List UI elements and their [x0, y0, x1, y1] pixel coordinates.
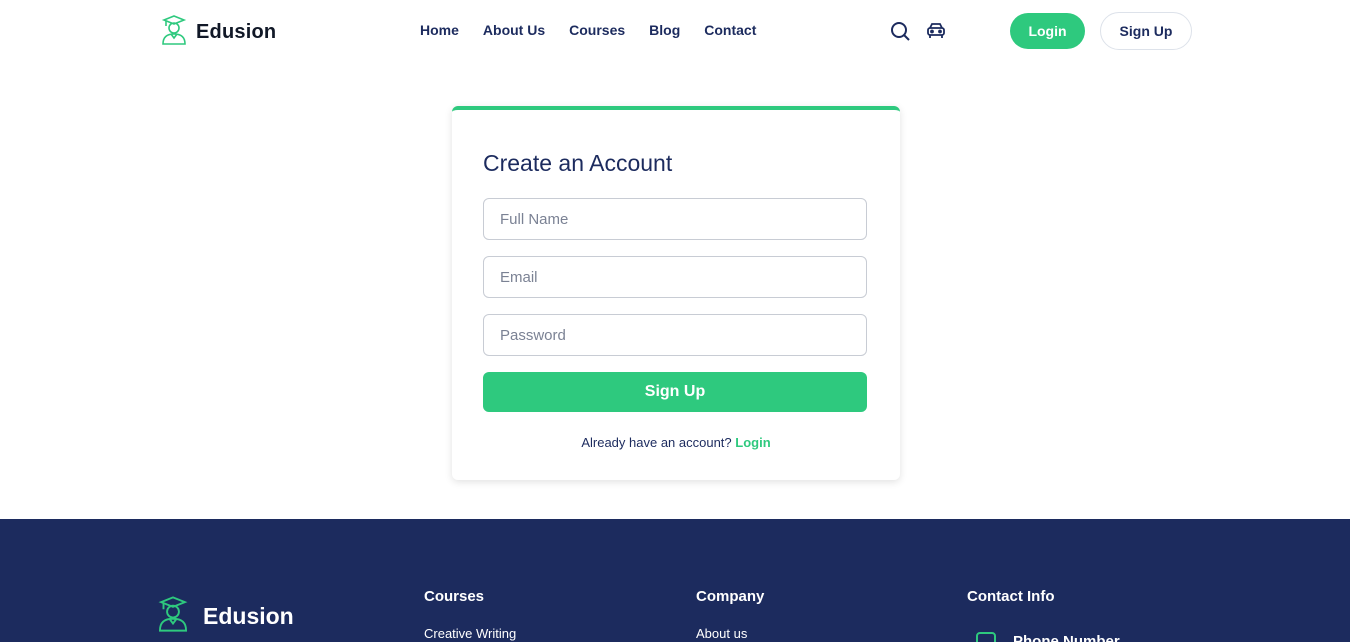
nav-blog[interactable]: Blog	[649, 22, 680, 38]
nav-about-us[interactable]: About Us	[483, 22, 545, 38]
site-footer: Edusion Courses Creative Writing Company…	[0, 519, 1350, 642]
phone-number-label: Phone Number	[1013, 633, 1120, 642]
nav-contact[interactable]: Contact	[704, 22, 756, 38]
search-icon[interactable]	[889, 20, 911, 42]
graduate-icon	[160, 14, 188, 51]
password-field[interactable]	[483, 314, 867, 356]
nav-courses[interactable]: Courses	[569, 22, 625, 38]
footer-courses-heading: Courses	[424, 588, 485, 605]
full-name-field[interactable]	[483, 198, 867, 240]
footer-brand-logo[interactable]: Edusion	[155, 595, 294, 638]
signup-button[interactable]: Sign Up	[1100, 12, 1192, 50]
site-header: Edusion Home About Us Courses Blog Conta…	[0, 0, 1350, 62]
already-account-text: Already have an account? Login	[452, 435, 900, 450]
footer-contact-heading: Contact Info	[967, 588, 1055, 605]
phone-icon	[975, 629, 997, 642]
footer-company-heading: Company	[696, 588, 765, 605]
signup-card: Create an Account Sign Up Already have a…	[452, 106, 900, 480]
main-nav: Home About Us Courses Blog Contact	[420, 22, 756, 38]
form-title: Create an Account	[483, 150, 673, 176]
cart-icon[interactable]	[925, 20, 947, 42]
submit-signup-button[interactable]: Sign Up	[483, 372, 867, 412]
footer-link-about-us[interactable]: About us	[696, 626, 747, 641]
already-account-label: Already have an account?	[581, 435, 732, 450]
footer-link-creative-writing[interactable]: Creative Writing	[424, 626, 516, 641]
graduate-icon	[155, 595, 191, 638]
brand-name: Edusion	[196, 21, 277, 43]
brand-logo[interactable]: Edusion	[160, 14, 276, 51]
footer-contact-phone: Phone Number	[975, 629, 1120, 642]
nav-home[interactable]: Home	[420, 22, 459, 38]
email-field[interactable]	[483, 256, 867, 298]
login-button[interactable]: Login	[1010, 13, 1085, 49]
footer-brand-name: Edusion	[203, 603, 294, 629]
login-link[interactable]: Login	[735, 435, 770, 450]
